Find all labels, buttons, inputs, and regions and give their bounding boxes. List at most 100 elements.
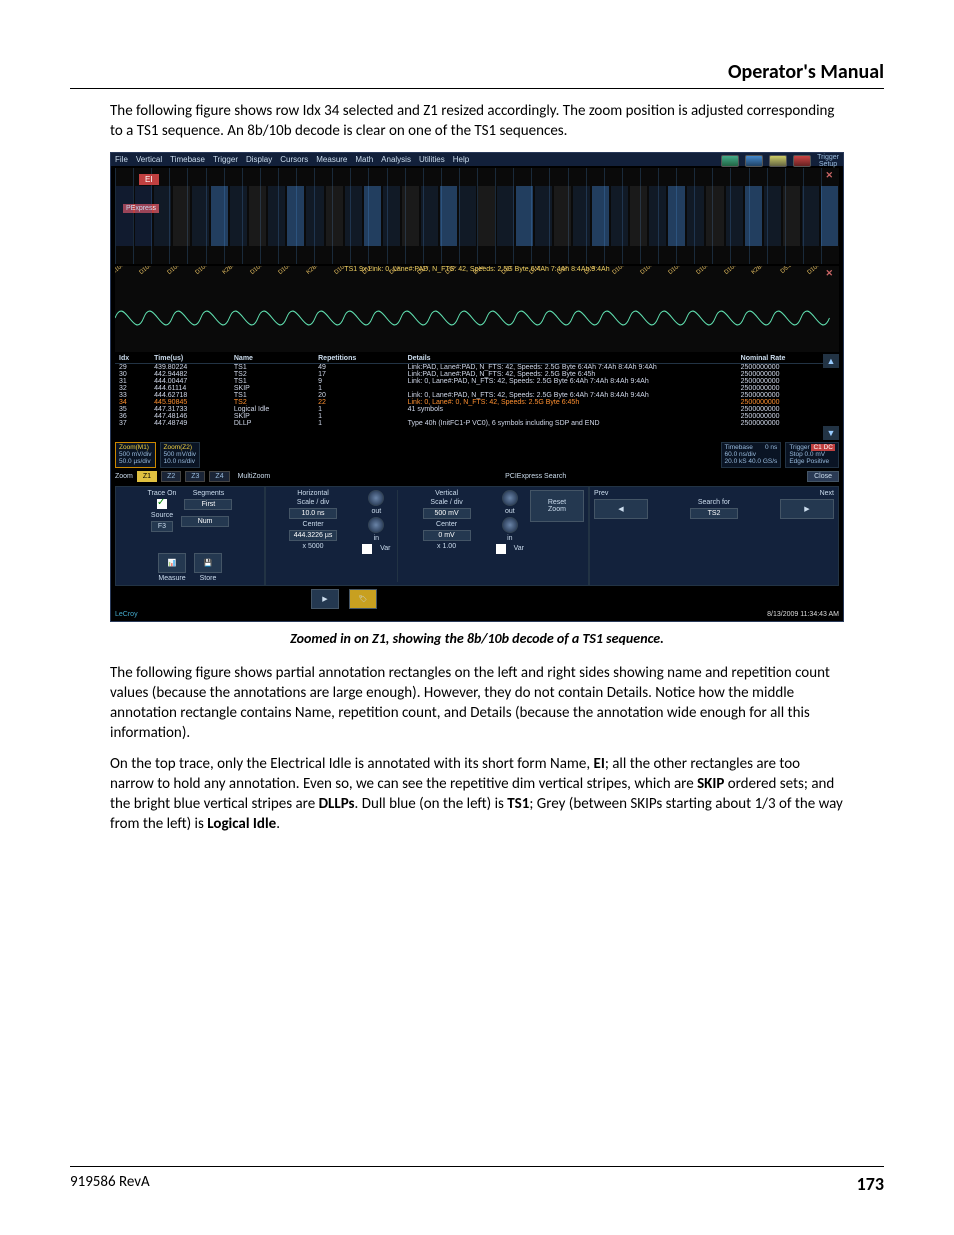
waveform-zoom: TS1 9x Link: 0, Lane#:PAD, N_FTS: 42, Sp… — [115, 266, 839, 352]
table-row[interactable]: 35447.31733Logical Idle141 symbols250000… — [115, 406, 839, 413]
trigger-setup-button[interactable]: Trigger Setup — [817, 154, 839, 168]
segments-num[interactable]: Num — [181, 516, 229, 527]
table-row[interactable]: 30442.94482TS217Link:PAD, Lane#:PAD, N_F… — [115, 371, 839, 378]
table-row[interactable]: 36447.48146SKIP12500000000 — [115, 413, 839, 420]
segments-first[interactable]: First — [184, 499, 232, 510]
waveform-top: EI PExpress ✕ — [115, 168, 839, 264]
table-row[interactable]: 29439.80224TS149Link:PAD, Lane#:PAD, N_F… — [115, 363, 839, 371]
status-icon-3[interactable] — [769, 155, 787, 167]
h-in-knob[interactable] — [368, 517, 384, 533]
paragraph-1: The following figure shows row Idx 34 se… — [110, 101, 844, 142]
v-in-knob[interactable] — [502, 517, 518, 533]
menu-timebase[interactable]: Timebase — [170, 155, 205, 164]
zoom-label: Zoom — [115, 473, 133, 480]
next-icon[interactable]: ▶ — [311, 589, 339, 609]
search-for-field[interactable]: TS2 — [690, 508, 738, 519]
menu-trigger[interactable]: Trigger — [213, 155, 238, 164]
store-icon[interactable]: 💾 — [194, 553, 222, 573]
measure-icon[interactable]: 📊 — [158, 553, 186, 573]
h-out-knob[interactable] — [368, 490, 384, 506]
source-label: Source — [151, 512, 173, 519]
tab-z3[interactable]: Z3 — [185, 471, 205, 482]
footer-page-number: 173 — [857, 1173, 884, 1195]
status-timebase[interactable]: Timebase 0 ns 60.0 ns/div 20.0 kS 40.0 G… — [721, 442, 782, 468]
pciexpress-search-tab[interactable]: PCIExpress Search — [505, 473, 572, 480]
col-details: Details — [404, 354, 737, 364]
control-panel: Trace On Segments First Source F3 Num 📊 — [115, 486, 839, 586]
paragraph-3: On the top trace, only the Electrical Id… — [110, 754, 844, 835]
v-out-knob[interactable] — [502, 490, 518, 506]
trace-on-label: Trace On — [148, 490, 177, 497]
h-title: Horizontal — [297, 490, 329, 497]
oscilloscope-screenshot: File Vertical Timebase Trigger Display C… — [110, 152, 844, 622]
menu-help[interactable]: Help — [453, 155, 469, 164]
page-header-title: Operator's Manual — [70, 60, 884, 88]
col-idx: Idx — [115, 354, 150, 364]
tab-z1[interactable]: Z1 — [137, 471, 157, 482]
multizoom-label[interactable]: MultiZoom — [238, 473, 271, 480]
prev-button[interactable]: ◀ — [594, 499, 648, 519]
v-center-field[interactable]: 0 mV — [423, 530, 471, 541]
reset-zoom-button[interactable]: Reset Zoom — [530, 490, 584, 522]
footer-doc-id: 919586 RevA — [70, 1173, 150, 1195]
scroll-down-icon[interactable]: ▼ — [823, 426, 839, 440]
status-zoom1[interactable]: Zoom(M1) 500 mV/div 50.0 µs/div — [115, 442, 156, 468]
v-var-checkbox[interactable] — [496, 544, 506, 554]
h-scale-field[interactable]: 10.0 ns — [289, 508, 337, 519]
next-button[interactable]: ▶ — [780, 499, 834, 519]
trace-on-checkbox[interactable] — [157, 499, 167, 509]
menu-file[interactable]: File — [115, 155, 128, 164]
status-zoom2[interactable]: Zoom(Z2) 500 mV/div 10.0 ns/div — [160, 442, 201, 468]
table-row[interactable]: 34445.90845TS222Link: 0, Lane#: 0, N_FTS… — [115, 399, 839, 406]
col-name: Name — [230, 354, 314, 364]
status-icon-1[interactable] — [721, 155, 739, 167]
decode-table-area: ▲ ▼ Idx Time(us) Name Repetitions Detail… — [115, 354, 839, 440]
table-row[interactable]: 33444.62718TS120Link: 0, Lane#:PAD, N_FT… — [115, 392, 839, 399]
header-rule: Operator's Manual — [70, 60, 884, 89]
menu-vertical[interactable]: Vertical — [136, 155, 162, 164]
v-factor: x 1.00 — [437, 543, 456, 550]
h-center-field[interactable]: 444.3226 µs — [289, 530, 338, 541]
label-icon[interactable]: 🏷 — [349, 589, 377, 609]
menu-cursors[interactable]: Cursors — [280, 155, 308, 164]
status-icon-4[interactable] — [793, 155, 811, 167]
byte-labels: D10.2D10.2D10.2D10.2K28.5D10.2D10.2K28.5… — [115, 272, 839, 286]
zoom-signal — [115, 288, 839, 348]
menu-math[interactable]: Math — [355, 155, 373, 164]
figure-caption: Zoomed in on Z1, showing the 8b/10b deco… — [70, 630, 884, 647]
tab-z2[interactable]: Z2 — [161, 471, 181, 482]
status-row: Zoom(M1) 500 mV/div 50.0 µs/div Zoom(Z2)… — [115, 442, 839, 468]
menu-analysis[interactable]: Analysis — [381, 155, 411, 164]
scroll-up-icon[interactable]: ▲ — [823, 354, 839, 368]
page-footer: 919586 RevA 173 — [70, 1166, 884, 1195]
col-time: Time(us) — [150, 354, 230, 364]
decode-table: Idx Time(us) Name Repetitions Details No… — [115, 354, 839, 427]
col-rep: Repetitions — [314, 354, 403, 364]
close-icon[interactable]: ✕ — [825, 268, 833, 279]
panel-right: Prev Next ◀ Search for TS2 ▶ — [589, 486, 839, 586]
panel-mid: Horizontal Scale / div 10.0 ns Center 44… — [265, 486, 589, 586]
close-button[interactable]: Close — [807, 471, 839, 482]
close-icon[interactable]: ✕ — [825, 170, 833, 181]
table-row[interactable]: 32444.61114SKIP12500000000 — [115, 385, 839, 392]
v-title: Vertical — [435, 490, 458, 497]
menu-measure[interactable]: Measure — [316, 155, 347, 164]
zoom-tab-row: Zoom Z1 Z2 Z3 Z4 MultiZoom PCIExpress Se… — [115, 470, 839, 484]
ei-badge: EI — [139, 174, 159, 185]
table-row[interactable]: 37447.48749DLLP1Type 40h (InitFC1-P VC0)… — [115, 420, 839, 427]
menu-display[interactable]: Display — [246, 155, 272, 164]
panel-left: Trace On Segments First Source F3 Num 📊 — [115, 486, 265, 586]
table-row[interactable]: 31444.00447TS19Link: 0, Lane#:PAD, N_FTS… — [115, 378, 839, 385]
paragraph-2: The following figure shows partial annot… — [110, 663, 844, 744]
status-trigger[interactable]: Trigger C1 DC Stop 0.0 mV Edge Positive — [785, 442, 839, 468]
top-icons: Trigger Setup — [721, 154, 839, 168]
bottom-bar: LeCroy 8/13/2009 11:34:43 AM — [111, 609, 843, 621]
source-field[interactable]: F3 — [151, 521, 173, 532]
v-scale-field[interactable]: 500 mV — [423, 508, 471, 519]
segments-label: Segments — [193, 490, 225, 497]
h-var-checkbox[interactable] — [362, 544, 372, 554]
status-icon-2[interactable] — [745, 155, 763, 167]
tab-z4[interactable]: Z4 — [209, 471, 229, 482]
decode-stripes — [115, 186, 839, 246]
menu-utilities[interactable]: Utilities — [419, 155, 445, 164]
